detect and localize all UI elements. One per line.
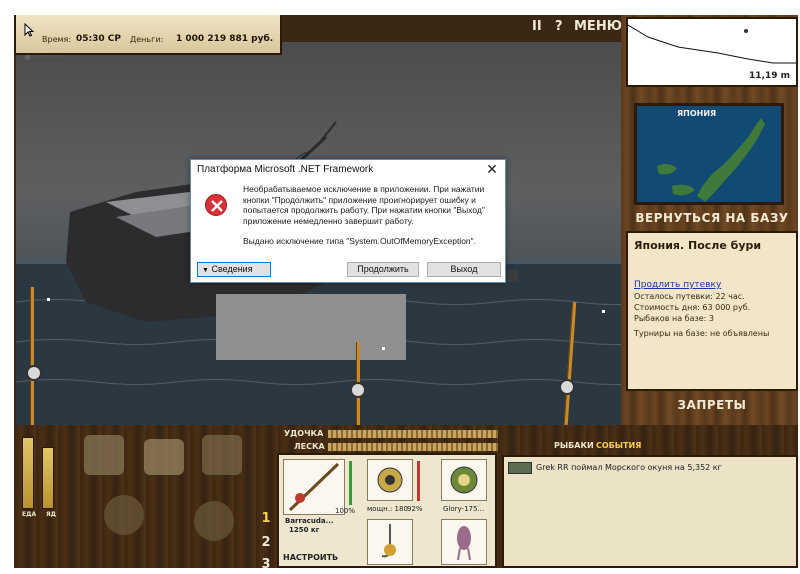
mouse-cursor-icon: [24, 23, 34, 37]
line-tension-meter: [328, 443, 498, 451]
rod-bar-label: УДОЧКА: [284, 429, 324, 438]
rod-slot-2-button[interactable]: 2: [257, 535, 275, 557]
bait-shelf: ЕДА ЯД: [14, 425, 282, 568]
bottom-panel: ЕДА ЯД УДОЧКА ЛЕСКА 1 2 3 Barracuda... 1…: [14, 425, 798, 568]
depth-readout: 11,19 m: [749, 71, 790, 81]
pause-button[interactable]: II: [532, 19, 542, 34]
fishing-line-spool-icon: [450, 466, 478, 494]
rod-percent: 100%: [335, 507, 356, 515]
reel-health-bar: [417, 461, 420, 501]
hook-icon: [381, 524, 396, 558]
squid-bait-icon: [457, 526, 471, 561]
rod-capacity: 1250 кг: [289, 526, 320, 534]
tackle-panel: Barracuda... 1250 кг 100% мощн.: 180 92%…: [277, 453, 497, 568]
time-value: 05:30 СР: [76, 34, 121, 44]
chevron-down-icon: ▼: [202, 267, 209, 274]
reel-center-icon: [350, 382, 366, 398]
region-map-image[interactable]: ЯПОНИЯ: [634, 103, 784, 205]
rod-slot-3-button[interactable]: 3: [257, 557, 275, 568]
money-value: 1 000 219 881 руб.: [176, 34, 274, 44]
rod-left[interactable]: [30, 287, 34, 425]
bait-slot[interactable]: [441, 519, 487, 565]
time-label: Время:: [42, 35, 72, 44]
return-to-base-button[interactable]: ВЕРНУТЬСЯ НА БАЗУ: [626, 206, 798, 230]
rod-name: Barracuda...: [285, 517, 334, 525]
tab-events[interactable]: СОБЫТИЯ: [596, 441, 641, 450]
landing-net-icon[interactable]: [194, 501, 234, 541]
map-region-label: ЯПОНИЯ: [677, 109, 717, 118]
fishing-rod-icon: [288, 462, 340, 512]
japan-map-icon: [637, 106, 781, 202]
details-button-label: Сведения: [211, 264, 253, 274]
exception-text: Выдано исключение типа "System.OutOfMemo…: [243, 236, 477, 246]
fish-icon: [508, 461, 532, 474]
day-cost-text: Стоимость дня: 63 000 руб.: [634, 303, 751, 312]
rod-slot-1-button[interactable]: 1: [257, 511, 275, 533]
exception-dialog: Платформа Microsoft .NET Framework ✕ Нео…: [190, 159, 506, 283]
close-icon[interactable]: ✕: [485, 161, 499, 177]
bait-box-icon[interactable]: [104, 495, 144, 535]
tournaments-text: Турниры на базе: не объявлены: [634, 329, 770, 338]
line-slot[interactable]: [441, 459, 487, 501]
poison-label: ЯД: [46, 511, 56, 518]
details-button[interactable]: ▼ Сведения: [197, 262, 271, 277]
events-feed: Grek RR поймал Морского окуня на 5,352 к…: [502, 455, 798, 568]
trip-remaining-text: Осталось путевки: 22 час.: [634, 292, 745, 301]
depth-minimap[interactable]: 11,19 m: [626, 17, 798, 87]
bait-jar-1-icon[interactable]: [84, 435, 124, 475]
reel-left-icon: [26, 365, 42, 381]
line-name: Glory-175...: [443, 505, 485, 513]
anglers-count-text: Рыбаков на базе: 3: [634, 314, 714, 323]
rod-tension-meter: [328, 430, 498, 438]
dialog-message: Необрабатываемое исключение в приложении…: [243, 184, 485, 226]
money-label: Деньги:: [130, 35, 164, 44]
game-window: ◉ ············ Время: 05:30 СР Деньги: 1…: [14, 15, 798, 568]
tab-fishermen[interactable]: РЫБАКИ: [554, 441, 594, 450]
location-info-panel: Япония. После бури Продлить путевку Оста…: [626, 231, 798, 391]
error-icon: [205, 194, 227, 216]
feed-message: Grek RR поймал Морского окуня на 5,352 к…: [536, 463, 722, 472]
continue-button[interactable]: Продолжить: [347, 262, 419, 277]
menu-button[interactable]: МЕНЮ: [574, 19, 622, 34]
bait-jar-3-icon[interactable]: [202, 435, 242, 475]
dialog-title: Платформа Microsoft .NET Framework: [197, 164, 374, 175]
poison-meter: [42, 447, 54, 509]
help-button[interactable]: ?: [555, 19, 563, 34]
reel-power: мощн.: 180: [367, 505, 408, 513]
food-label: ЕДА: [22, 511, 37, 518]
bans-button[interactable]: ЗАПРЕТЫ: [626, 393, 798, 417]
food-meter: [22, 437, 34, 509]
reel-right-icon: [559, 379, 575, 395]
rod-health-bar: [349, 461, 352, 505]
reel-icon: [377, 467, 403, 493]
reel-slot[interactable]: [367, 459, 413, 501]
setup-button[interactable]: НАСТРОИТЬ: [283, 553, 338, 562]
location-title: Япония. После бури: [634, 239, 762, 252]
bait-jar-2-icon[interactable]: [144, 439, 184, 475]
line-bar-label: ЛЕСКА: [294, 442, 325, 451]
status-bar: Время: 05:30 СР Деньги: 1 000 219 881 ру…: [14, 15, 282, 55]
hook-slot[interactable]: [367, 519, 413, 565]
feed-item: Grek RR поймал Морского окуня на 5,352 к…: [508, 461, 722, 475]
exit-button[interactable]: Выход: [427, 262, 501, 277]
reel-percent: 92%: [407, 505, 423, 513]
extend-trip-link[interactable]: Продлить путевку: [634, 280, 790, 290]
